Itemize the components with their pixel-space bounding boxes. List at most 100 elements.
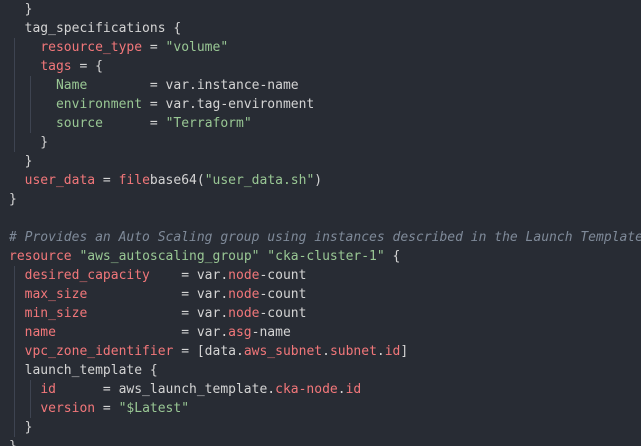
code-token: environment xyxy=(55,97,143,112)
code-line[interactable]: user_data = filebase64("user_data.sh") xyxy=(9,171,641,190)
code-token: = [data. xyxy=(173,344,244,359)
code-line[interactable]: } xyxy=(9,190,641,209)
code-token: = xyxy=(95,401,119,416)
code-line[interactable]: Name = var.instance-name xyxy=(9,76,641,95)
code-line[interactable]: tag_specifications { xyxy=(9,19,641,38)
code-token: base64( xyxy=(149,173,205,188)
code-token: { xyxy=(384,249,401,264)
code-token: user_data xyxy=(24,173,96,188)
code-token: "user_data.sh" xyxy=(204,173,315,188)
code-token: id xyxy=(384,344,401,359)
code-token: tag_specifications { xyxy=(9,21,182,36)
code-token: . xyxy=(322,344,330,359)
code-token: name xyxy=(24,325,56,340)
code-token: } xyxy=(9,420,33,435)
code-token: ) xyxy=(314,173,323,188)
code-line[interactable] xyxy=(9,209,641,228)
code-token: -count xyxy=(259,306,307,321)
code-token: max_size xyxy=(24,287,88,302)
code-token: node xyxy=(228,268,260,283)
code-token: launch_template { xyxy=(9,363,158,378)
code-token: version xyxy=(40,401,96,416)
code-line[interactable]: launch_template { xyxy=(9,361,641,380)
code-token: vpc_zone_identifier xyxy=(24,344,174,359)
code-token: = xyxy=(102,116,166,131)
code-line[interactable]: min_size = var.node-count xyxy=(9,304,641,323)
code-token: file xyxy=(118,173,150,188)
code-line[interactable]: resource "aws_autoscaling_group" "cka-cl… xyxy=(9,247,641,266)
code-token: . xyxy=(337,382,346,397)
code-token: . xyxy=(376,344,385,359)
code-token: = aws_launch_template. xyxy=(55,382,276,397)
code-token: aws_subnet xyxy=(243,344,323,359)
code-token: = { xyxy=(71,59,103,74)
code-token: id xyxy=(345,382,362,397)
code-token: = var.tag-environment xyxy=(142,97,315,112)
indent-guide xyxy=(14,38,15,152)
code-token: = var. xyxy=(149,268,229,283)
code-token: -count xyxy=(259,268,307,283)
code-token: source xyxy=(55,116,103,131)
code-token: "Terraform" xyxy=(165,116,252,131)
code-token: resource xyxy=(9,249,72,264)
code-token: # Provides an Auto Scaling group using i… xyxy=(9,230,641,245)
code-token: id xyxy=(40,382,56,397)
code-line[interactable]: } xyxy=(9,437,641,446)
code-line[interactable]: desired_capacity = var.node-count xyxy=(9,266,641,285)
code-token: = xyxy=(95,173,119,188)
code-token: "aws_autoscaling_group" xyxy=(79,249,260,264)
code-token: = var. xyxy=(55,325,229,340)
code-line[interactable]: } xyxy=(9,418,641,437)
code-token: Name xyxy=(55,78,88,93)
code-token: subnet xyxy=(329,344,377,359)
code-token: -count xyxy=(259,287,307,302)
code-token: = xyxy=(142,40,166,55)
code-token: cka-node xyxy=(275,382,338,397)
code-line[interactable]: id = aws_launch_template.cka-node.id xyxy=(9,380,641,399)
code-line[interactable]: } xyxy=(9,133,641,152)
code-token: resource_type xyxy=(40,40,143,55)
code-token: } xyxy=(9,154,33,169)
code-token: desired_capacity xyxy=(24,268,150,283)
code-line[interactable]: source = "Terraform" xyxy=(9,114,641,133)
code-token: node xyxy=(228,287,260,302)
code-line[interactable]: tags = { xyxy=(9,57,641,76)
code-token: } xyxy=(9,2,33,17)
code-token: = var. xyxy=(87,306,229,321)
code-content[interactable]: } tag_specifications { resource_type = "… xyxy=(9,0,641,446)
code-line[interactable]: vpc_zone_identifier = [data.aws_subnet.s… xyxy=(9,342,641,361)
code-token: "cka-cluster-1" xyxy=(267,249,385,264)
code-token: node xyxy=(228,306,260,321)
indent-guide xyxy=(30,380,31,418)
code-token: "$Latest" xyxy=(118,401,190,416)
code-token: min_size xyxy=(24,306,88,321)
code-line[interactable]: resource_type = "volume" xyxy=(9,38,641,57)
indent-guide xyxy=(30,76,31,133)
code-line[interactable]: name = var.asg-name xyxy=(9,323,641,342)
code-token: = var. xyxy=(87,287,229,302)
code-line[interactable]: } xyxy=(9,152,641,171)
code-token: -name xyxy=(251,325,291,340)
code-line[interactable]: environment = var.tag-environment xyxy=(9,95,641,114)
code-line[interactable]: } xyxy=(9,0,641,19)
code-token: tags xyxy=(40,59,72,74)
code-token: } xyxy=(9,439,17,446)
code-token: "volume" xyxy=(165,40,229,55)
code-line[interactable]: # Provides an Auto Scaling group using i… xyxy=(9,228,641,247)
code-editor[interactable]: } tag_specifications { resource_type = "… xyxy=(0,0,641,446)
code-token: asg xyxy=(228,325,252,340)
code-token: ] xyxy=(400,344,409,359)
code-line[interactable]: max_size = var.node-count xyxy=(9,285,641,304)
indent-guide xyxy=(14,266,15,437)
code-token: = var.instance-name xyxy=(87,78,299,93)
code-line[interactable]: version = "$Latest" xyxy=(9,399,641,418)
